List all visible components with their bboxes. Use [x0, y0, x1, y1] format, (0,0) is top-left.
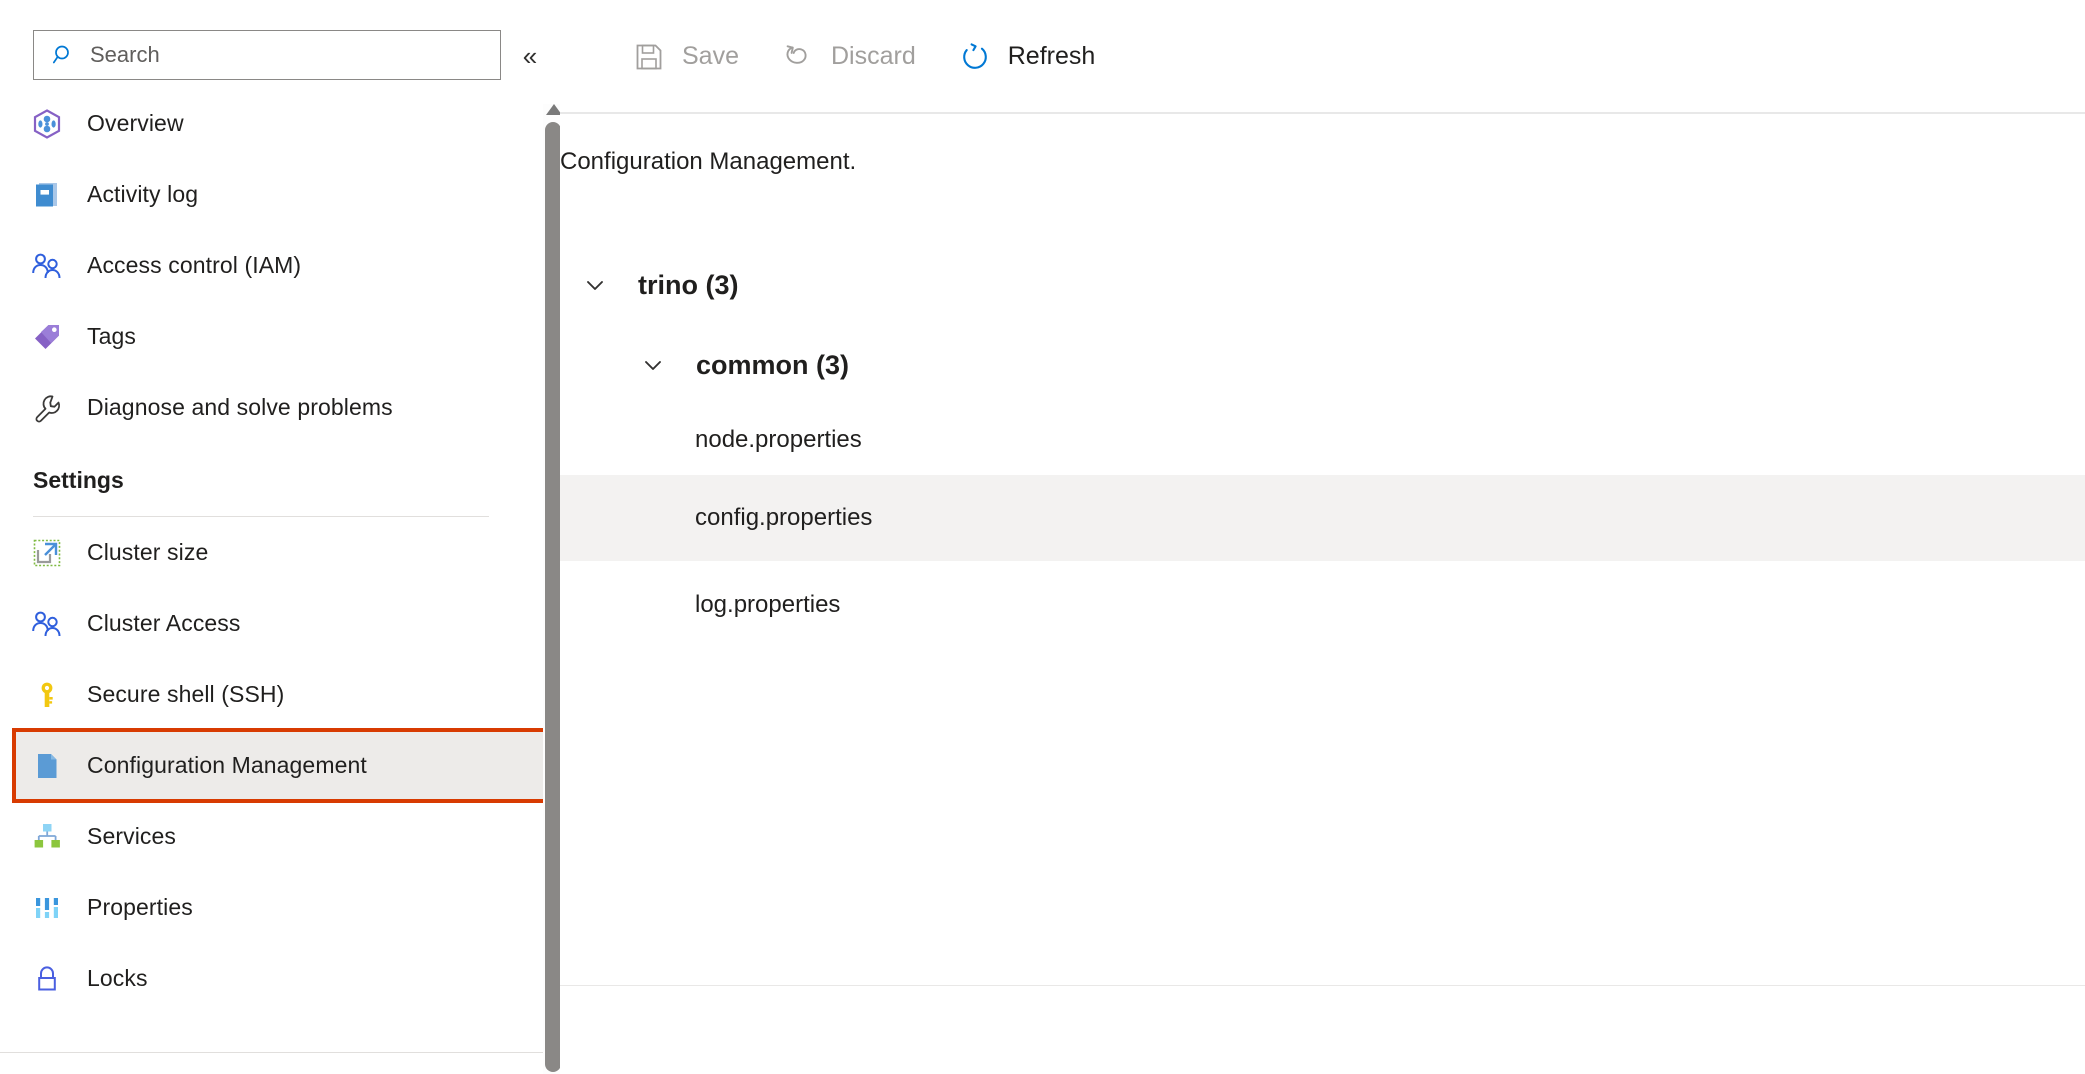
sidebar-item-locks[interactable]: Locks [0, 943, 545, 1014]
tree-group-label: common (3) [696, 350, 849, 381]
collapse-sidebar-button[interactable]: « [516, 42, 544, 70]
search-box[interactable] [33, 30, 501, 80]
sidebar-item-label: Properties [87, 894, 193, 921]
people-icon [30, 249, 64, 283]
key-icon [30, 678, 64, 712]
tree-item-node-properties[interactable]: node.properties [560, 405, 2085, 475]
sidebar-item-cluster-access[interactable]: Cluster Access [0, 588, 545, 659]
sidebar-item-label: Tags [87, 323, 136, 350]
sidebar-item-configuration-management[interactable]: Configuration Management [14, 730, 546, 801]
page-description-text: Configuration Management. [560, 148, 856, 175]
sidebar-item-diagnose[interactable]: Diagnose and solve problems [0, 372, 545, 443]
people-icon [30, 607, 64, 641]
sidebar-item-label: Access control (IAM) [87, 252, 301, 279]
save-button[interactable]: Save [632, 31, 755, 83]
page-description: Configuration Management. [560, 148, 2085, 176]
resize-arrow-icon [30, 536, 64, 570]
sidebar-item-label: Cluster size [87, 539, 208, 566]
sidebar-item-label: Locks [87, 965, 148, 992]
sidebar-item-access-control[interactable]: Access control (IAM) [0, 230, 545, 301]
lock-icon [30, 962, 64, 996]
properties-bars-icon [30, 891, 64, 925]
activity-log-book-icon [30, 178, 64, 212]
refresh-button-label: Refresh [1008, 42, 1096, 71]
discard-button-label: Discard [831, 42, 916, 71]
services-tree-icon [30, 820, 64, 854]
scrollbar-thumb[interactable] [545, 122, 561, 1072]
save-button-label: Save [682, 42, 739, 71]
sidebar-item-label: Configuration Management [87, 752, 367, 779]
chevron-down-icon[interactable] [638, 350, 668, 380]
tree-group-label: trino (3) [638, 270, 739, 301]
toolbar-divider [560, 112, 2085, 114]
tree-bottom-divider [560, 985, 2085, 986]
sidebar-item-secure-shell[interactable]: Secure shell (SSH) [0, 659, 545, 730]
tree-group-trino[interactable]: trino (3) [560, 245, 2085, 325]
sidebar-item-label: Secure shell (SSH) [87, 681, 284, 708]
sidebar: « Overview [0, 0, 560, 1074]
sidebar-section-title: Settings [33, 467, 124, 494]
tree-item-log-properties[interactable]: log.properties [560, 561, 2085, 649]
save-floppy-icon [632, 40, 666, 74]
sidebar-item-activity-log[interactable]: Activity log [0, 159, 545, 230]
command-toolbar: Save Discard Refresh [560, 0, 2085, 113]
sidebar-item-label: Services [87, 823, 176, 850]
sidebar-item-properties[interactable]: Properties [0, 872, 545, 943]
wrench-icon [30, 391, 64, 425]
sidebar-item-label: Diagnose and solve problems [87, 394, 393, 421]
undo-arrow-icon [781, 40, 815, 74]
tree-item-label: node.properties [695, 426, 862, 454]
sidebar-bottom-divider [0, 1052, 545, 1053]
sidebar-item-cluster-size[interactable]: Cluster size [0, 517, 545, 588]
tree-group-common[interactable]: common (3) [560, 325, 2085, 405]
tree-item-config-properties[interactable]: config.properties [560, 475, 2085, 561]
sidebar-section-settings: Settings [0, 443, 545, 517]
main-content: Save Discard Refresh Configuration M [560, 0, 2085, 1074]
sidebar-item-overview[interactable]: Overview [0, 88, 545, 159]
sidebar-item-label: Activity log [87, 181, 198, 208]
overview-hexagon-icon [30, 107, 64, 141]
sidebar-nav: Overview Activity log [0, 88, 545, 1014]
sidebar-item-label: Overview [87, 110, 184, 137]
sidebar-item-label: Cluster Access [87, 610, 241, 637]
chevron-down-icon[interactable] [580, 270, 610, 300]
refresh-circle-icon [958, 40, 992, 74]
sidebar-search-row: « [0, 0, 560, 88]
tree-item-label: log.properties [695, 591, 840, 619]
configuration-tree: trino (3) common (3) node.properties con… [560, 245, 2085, 649]
refresh-button[interactable]: Refresh [958, 31, 1112, 83]
tag-icon [30, 320, 64, 354]
tree-item-label: config.properties [695, 504, 872, 532]
search-icon [52, 43, 76, 67]
document-blue-icon [30, 749, 64, 783]
sidebar-item-services[interactable]: Services [0, 801, 545, 872]
discard-button[interactable]: Discard [781, 31, 932, 83]
sidebar-item-tags[interactable]: Tags [0, 301, 545, 372]
search-input[interactable] [90, 42, 470, 68]
